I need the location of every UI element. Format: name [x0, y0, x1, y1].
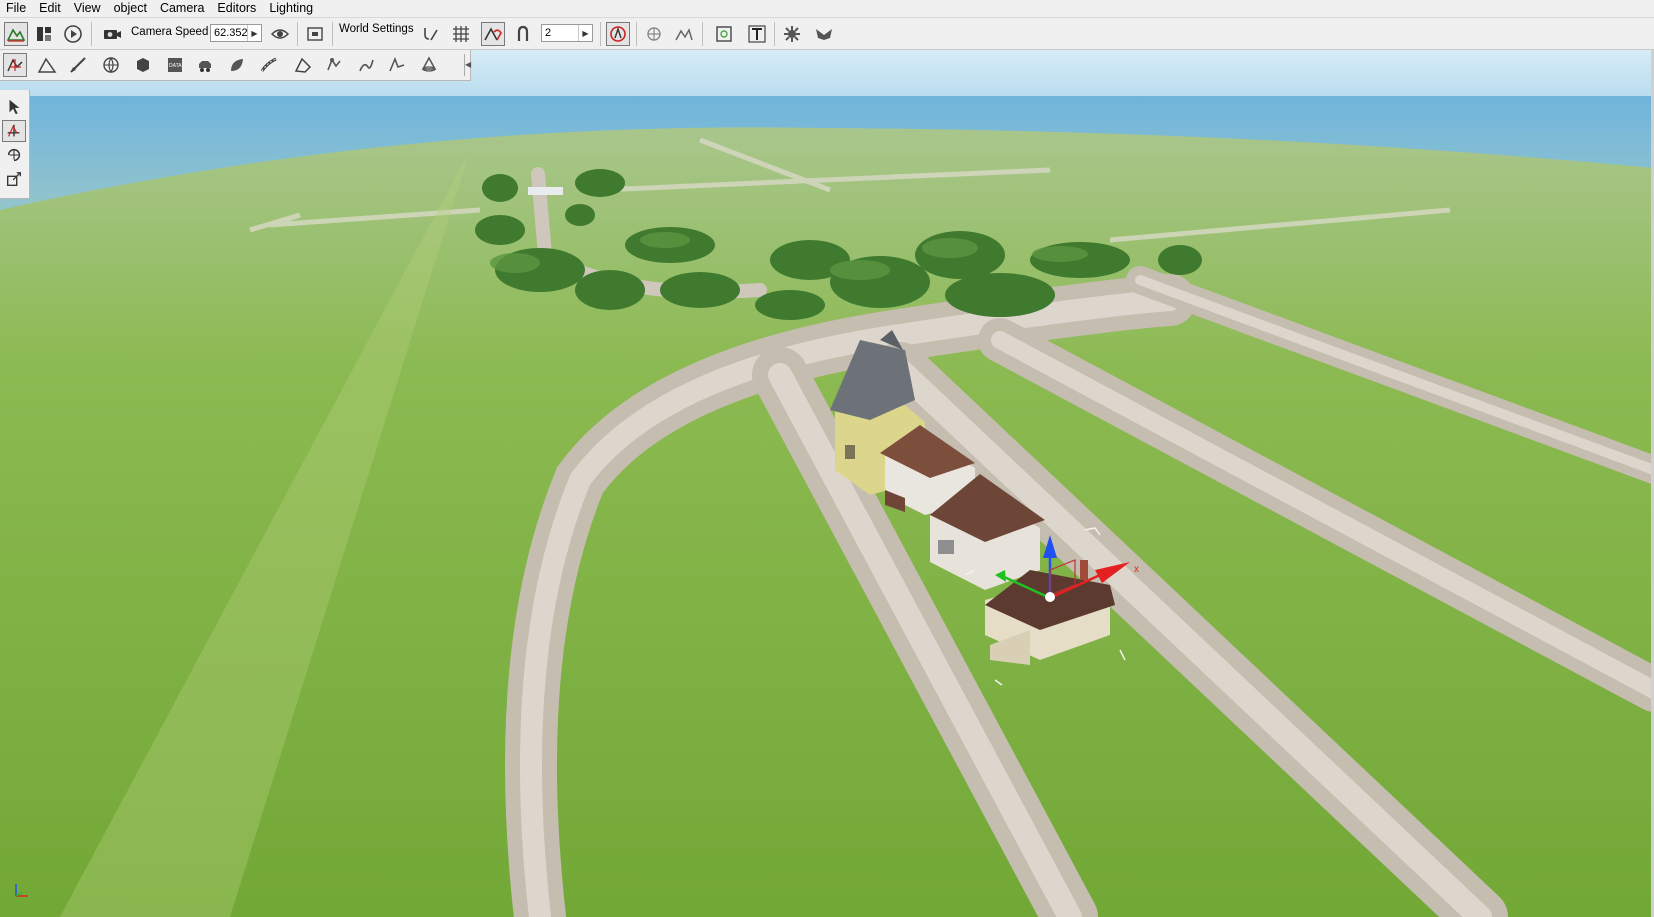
sketch-editor-button[interactable] — [417, 53, 441, 77]
ai-debug-button[interactable] — [606, 22, 630, 46]
menu-view[interactable]: View — [68, 0, 108, 17]
move-icon — [7, 124, 20, 137]
object-editor-button[interactable] — [3, 53, 27, 77]
camera-icon — [104, 30, 121, 39]
crosshair-icon — [647, 27, 661, 41]
mesh-editor-button[interactable] — [291, 53, 315, 77]
terrain-editor-button[interactable] — [35, 53, 59, 77]
fly-mode-button[interactable] — [812, 22, 836, 46]
camera-button[interactable] — [100, 22, 124, 46]
text-icon — [748, 25, 766, 43]
main-toolbar: Camera Speed 62.352 ▶ World Settings 2 ▶ — [0, 18, 1654, 50]
rotate-tool-button[interactable] — [2, 144, 26, 166]
mountain-icon — [37, 57, 57, 73]
camera-speed-value: 62.352 — [214, 27, 247, 39]
menu-object[interactable]: object — [108, 0, 154, 17]
terrain-snap-icon — [484, 27, 502, 41]
spline-editor-button[interactable] — [385, 53, 409, 77]
bird-icon — [816, 29, 832, 40]
editor-toolbar: DATA ◀ — [0, 50, 471, 81]
axis-icon — [15, 884, 28, 897]
3d-viewport[interactable]: x — [0, 50, 1654, 917]
magnet-icon — [517, 25, 529, 41]
grid-button[interactable] — [449, 22, 473, 46]
focus-selection-button[interactable] — [712, 22, 736, 46]
path-editor-button[interactable] — [354, 53, 378, 77]
rotate-icon — [7, 148, 21, 162]
vehicle-button[interactable] — [193, 53, 217, 77]
terrain-snap-button[interactable] — [481, 22, 505, 46]
chevron-right-icon[interactable]: ▶ — [578, 25, 592, 41]
brush-icon — [70, 57, 86, 73]
menu-edit[interactable]: Edit — [33, 0, 68, 17]
mesh-road-editor-button[interactable] — [131, 53, 155, 77]
cursor-arrow-icon — [9, 99, 20, 115]
terrain-follow-icon — [675, 28, 693, 41]
snap-value: 2 — [545, 27, 552, 39]
collapse-toolbar-handle[interactable]: ◀ — [464, 54, 471, 76]
snap-tool-button[interactable] — [419, 22, 443, 46]
menu-bar: File Edit View object Camera Editors Lig… — [0, 0, 1654, 18]
forest-editor-button[interactable] — [99, 53, 123, 77]
path-icon — [359, 59, 374, 72]
gizmo-center-handle[interactable] — [1045, 592, 1055, 602]
snap-value-field[interactable]: 2 ▶ — [541, 24, 593, 42]
navmesh-editor-button[interactable] — [322, 53, 346, 77]
road-editor-button[interactable] — [257, 53, 281, 77]
scale-tool-button[interactable] — [2, 168, 26, 190]
globe-icon — [103, 57, 119, 74]
navmesh-icon — [327, 58, 341, 71]
snap-rotate-icon — [424, 28, 438, 41]
decal-editor-button[interactable]: DATA — [163, 53, 187, 77]
screenshot-button[interactable] — [303, 22, 327, 46]
cube-icon — [137, 58, 149, 72]
object-editor-icon — [7, 58, 23, 72]
focus-icon — [716, 26, 732, 42]
ramp-icon — [294, 57, 312, 73]
road-icon — [260, 57, 277, 72]
play-icon — [64, 25, 82, 43]
menu-file[interactable]: File — [0, 0, 33, 17]
axis-orientation-indicator — [12, 880, 32, 903]
decal-icon: DATA — [168, 58, 182, 72]
terrain-icon — [6, 28, 26, 42]
spline-icon — [389, 56, 405, 72]
camera-speed-field[interactable]: 62.352 ▶ — [210, 24, 262, 42]
eye-icon — [270, 29, 290, 39]
pivot-button[interactable] — [642, 22, 666, 46]
cone-icon — [421, 56, 437, 72]
transform-tool-palette — [0, 90, 30, 199]
world-editor-button[interactable] — [4, 22, 28, 46]
svg-text:DATA: DATA — [169, 63, 182, 69]
text-labels-button[interactable] — [745, 22, 769, 46]
target-icon — [610, 26, 626, 42]
select-tool-button[interactable] — [2, 96, 26, 118]
vehicle-icon — [199, 61, 211, 72]
terrain-painter-button[interactable] — [66, 53, 90, 77]
leaf-icon — [231, 59, 243, 71]
menu-lighting[interactable]: Lighting — [263, 0, 320, 17]
distant-building — [528, 187, 563, 195]
move-tool-button[interactable] — [2, 120, 26, 142]
menu-editors[interactable]: Editors — [211, 0, 263, 17]
river-editor-button[interactable] — [225, 53, 249, 77]
world-settings-button[interactable]: World Settings — [339, 23, 414, 35]
camera-speed-label: Camera Speed — [131, 26, 209, 38]
terrain-follow-button[interactable] — [672, 22, 696, 46]
gear-icon — [784, 26, 800, 42]
grid-icon — [453, 26, 469, 42]
gizmo-x-label: x — [1134, 564, 1139, 575]
chevron-right-icon[interactable]: ▶ — [247, 25, 261, 41]
play-button[interactable] — [61, 22, 85, 46]
visibility-button[interactable] — [268, 22, 292, 46]
settings-button[interactable] — [780, 22, 804, 46]
layout-button[interactable] — [32, 22, 56, 46]
panels-icon — [37, 27, 51, 41]
scale-icon — [7, 172, 21, 186]
world-scene[interactable]: x — [0, 50, 1654, 917]
menu-camera[interactable]: Camera — [154, 0, 211, 17]
magnet-button[interactable] — [511, 22, 535, 46]
screenshot-icon — [307, 27, 323, 41]
